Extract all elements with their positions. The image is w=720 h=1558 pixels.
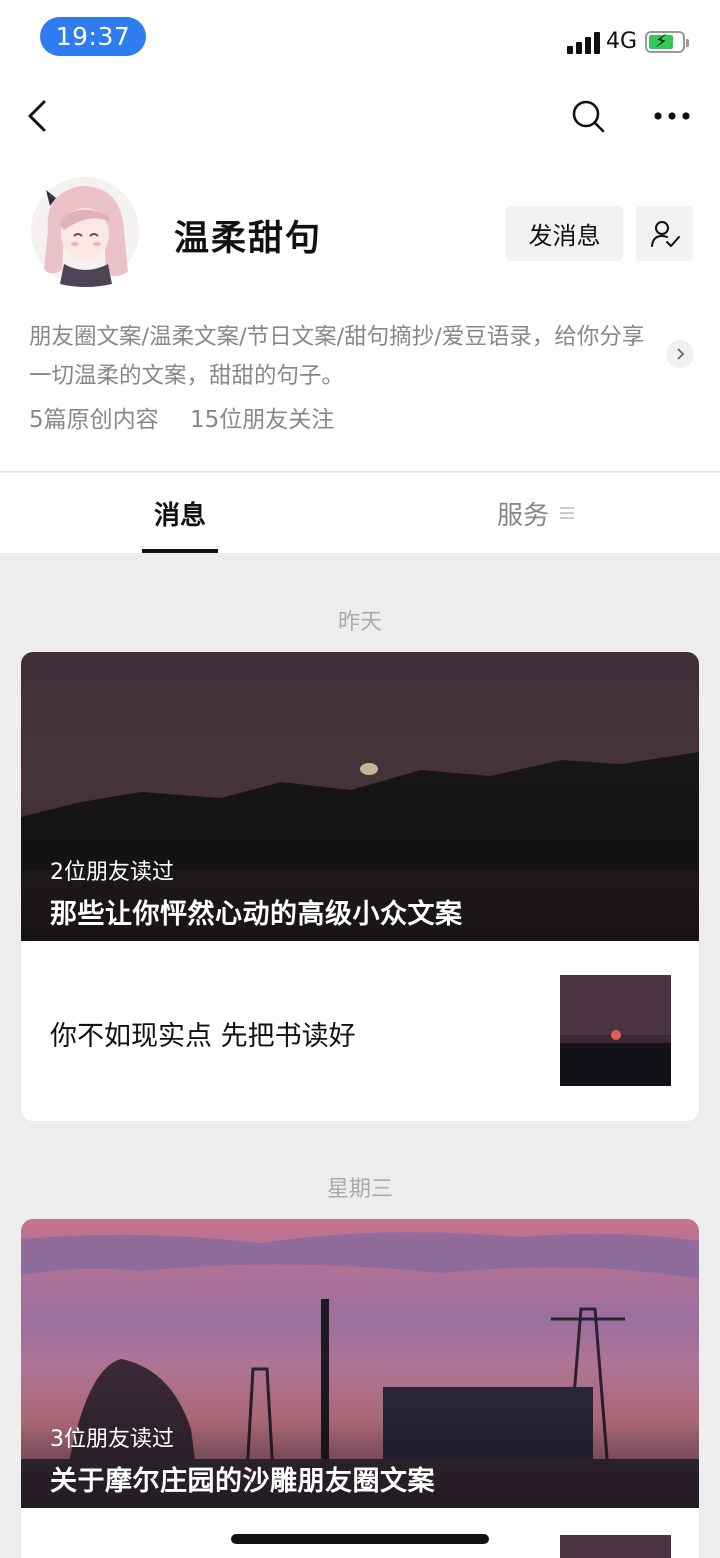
menu-icon [560, 507, 575, 519]
chevron-right-icon[interactable] [666, 340, 694, 368]
chevron-left-icon[interactable] [24, 96, 54, 136]
nav-bar [0, 70, 720, 160]
avatar[interactable] [30, 172, 140, 290]
signal-icon [567, 30, 601, 54]
read-count: 3位朋友读过 [50, 1427, 174, 1452]
article-title[interactable]: 关于摩尔庄园的沙雕朋友圈文案 [50, 1459, 435, 1498]
sub-article-thumbnail[interactable] [560, 975, 671, 1086]
battery-icon: ⚡ [645, 31, 689, 53]
original-count: 5篇原创内容 [29, 407, 159, 433]
user-check-icon [650, 220, 680, 247]
network-type: 4G [606, 29, 638, 54]
date-label: 星期三 [326, 1177, 393, 1202]
friends-following: 15位朋友关注 [189, 407, 335, 433]
home-indicator[interactable] [231, 1534, 489, 1544]
status-time: 19:37 [40, 17, 146, 56]
article-card[interactable]: 2位朋友读过 那些让你怦然心动的高级小众文案 你不如现实点 先把书读好 [21, 652, 699, 1121]
tab-active-indicator [142, 549, 218, 553]
read-count: 2位朋友读过 [50, 860, 174, 885]
sub-article-thumbnail[interactable] [560, 1535, 671, 1558]
sub-article-title[interactable]: 你不如现实点 先把书读好 [50, 1014, 356, 1053]
article-title[interactable]: 那些让你怦然心动的高级小众文案 [50, 892, 463, 931]
more-dots-icon[interactable] [652, 110, 692, 122]
tab-bar: 消息 服务 [0, 473, 720, 553]
tab-services[interactable]: 服务 [497, 473, 575, 553]
follow-button[interactable] [636, 206, 693, 261]
account-stats: 5篇原创内容 15位朋友关注 [29, 400, 358, 434]
account-description[interactable]: 朋友圈文案/温柔文案/节日文案/甜句摘抄/爱豆语录，给你分享一切温柔的文案，甜甜… [29, 318, 664, 396]
tab-messages[interactable]: 消息 [142, 473, 218, 553]
account-name: 温柔甜句 [174, 219, 323, 259]
article-card[interactable]: 3位朋友读过 关于摩尔庄园的沙雕朋友圈文案 [21, 1219, 699, 1558]
send-message-button[interactable]: 发消息 [506, 206, 623, 261]
tab-services-label: 服务 [497, 500, 550, 531]
status-bar: 19:37 4G ⚡ [0, 0, 720, 70]
date-label: 昨天 [337, 610, 382, 635]
search-icon[interactable] [570, 98, 606, 134]
profile-header: 温柔甜句 发消息 朋友圈文案/温柔文案/节日文案/甜句摘抄/爱豆语录，给你分享一… [0, 160, 720, 472]
